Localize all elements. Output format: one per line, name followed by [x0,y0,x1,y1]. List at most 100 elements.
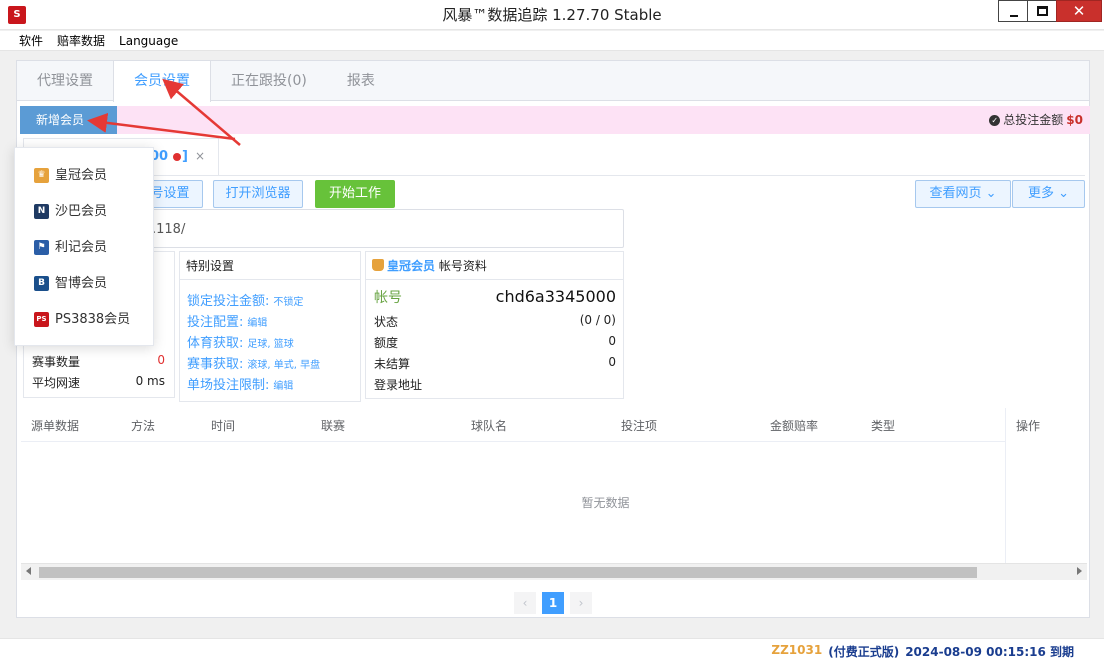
special-row-sub: 滚球, 单式, 早盘 [247,360,321,371]
add-member-label: 新增会员 [36,113,85,127]
scroll-right-icon[interactable] [1077,567,1082,575]
maximize-icon [1037,6,1048,16]
prev-page-button[interactable]: ‹ [514,592,536,614]
account-row-unsettled: 未结算 0 [374,355,616,372]
dropdown-item-crown[interactable]: ♛ 皇冠会员 [15,158,153,194]
menu-bar: 软件 赔率数据 Language [0,31,1104,51]
column-header-amount-odds: 金额赔率 [770,419,819,433]
horizontal-scrollbar[interactable] [21,563,1087,580]
special-row-sub: 编辑 [247,318,268,329]
page-1-button[interactable]: 1 [542,592,564,614]
special-row-sports[interactable]: 体育获取: 足球, 篮球 [187,332,294,351]
more-button[interactable]: 更多 ⌄ [1012,180,1085,208]
column-header-source: 源单数据 [31,419,80,433]
special-row-label: 赛事获取: [187,357,244,372]
tab-member-settings[interactable]: 会员设置 [113,61,211,102]
special-row-bet-config[interactable]: 投注配置: 编辑 [187,311,267,330]
special-row-events[interactable]: 赛事获取: 滚球, 单式, 早盘 [187,353,320,372]
total-bet-amount: ✓ 总投注金额 $0 [989,106,1083,134]
dropdown-item-label: 智博会员 [55,276,108,291]
minimize-icon [1010,15,1018,17]
column-header-type: 类型 [871,419,896,433]
column-header-team: 球队名 [471,419,508,433]
window-controls: ✕ [998,0,1102,24]
tab-reports[interactable]: 报表 [327,61,395,101]
table-header: 源单数据 方法 时间 联赛 球队名 投注项 金额赔率 类型 [21,408,1088,442]
crown-icon [372,259,384,271]
account-row-credit: 额度 0 [374,334,616,351]
column-header-method: 方法 [131,419,156,433]
minimize-button[interactable] [998,0,1028,22]
menu-odds-data[interactable]: 赔率数据 [57,32,105,49]
account-info-card: 皇冠会员 帐号资料 帐号 chd6a3345000 状态 (0 / 0) 额度 … [365,251,624,399]
special-settings-title: 特别设置 [180,252,360,280]
account-row-login-url: 登录地址 [374,376,616,393]
dropdown-item-label: 皇冠会员 [55,168,108,183]
menu-software[interactable]: 软件 [19,32,43,49]
dropdown-item-sbo[interactable]: ⚑ 利记会员 [15,230,153,266]
info-value: 0 [608,355,616,369]
main-panel: 代理设置 会员设置 正在跟投(0) 报表 新增会员 ⌄ ✓ 总投注金额 $0 0… [16,60,1090,618]
menu-language[interactable]: Language [119,34,178,48]
dropdown-item-zhibo[interactable]: B 智博会员 [15,266,153,302]
maximize-button[interactable] [1027,0,1057,22]
account-info-heading: 帐号资料 [438,259,487,273]
license-edition: (付费正式版) [828,645,900,659]
sbo-icon: ⚑ [34,240,49,255]
license-expiry: 2024-08-09 00:15:16 到期 [905,645,1074,659]
tab-following[interactable]: 正在跟投(0) [211,61,327,101]
operation-column: 操作 [1005,408,1088,563]
next-page-button[interactable]: › [570,592,592,614]
license-code: ZZ1031 [771,643,823,657]
account-tabs-divider [23,175,1085,176]
view-web-button[interactable]: 查看网页 ⌄ [915,180,1011,208]
dropdown-item-ps3838[interactable]: PS PS3838会员 [15,302,153,338]
saba-icon: N [34,204,49,219]
special-row-single-limit[interactable]: 单场投注限制: 编辑 [187,374,293,393]
stat-value: 0 ms [135,374,165,388]
status-dot-icon [173,153,181,161]
close-tab-icon[interactable]: × [195,149,205,163]
stat-label: 平均网速 [32,376,81,390]
info-value: (0 / 0) [579,313,616,327]
column-header-time: 时间 [211,419,236,433]
special-row-sub: 足球, 篮球 [247,339,294,350]
special-row-label: 锁定投注金额: [187,294,270,309]
special-row-label: 投注配置: [187,315,244,330]
scroll-left-icon[interactable] [26,567,31,575]
column-header-actions: 操作 [1016,419,1041,433]
dropdown-item-saba[interactable]: N 沙巴会员 [15,194,153,230]
scrollbar-thumb[interactable] [39,567,977,578]
info-value: 0 [608,334,616,348]
close-icon: ✕ [1072,2,1086,20]
tab-agent-settings[interactable]: 代理设置 [17,61,113,101]
stat-value: 0 [157,353,165,367]
column-header-bet-item: 投注项 [621,419,658,433]
account-info-title: 皇冠会员 帐号资料 [366,252,623,280]
special-row-label: 体育获取: [187,336,244,351]
login-url-text: .118/ [152,222,186,237]
license-info: ZZ1031 (付费正式版) 2024-08-09 00:15:16 到期 [771,643,1074,660]
check-circle-icon: ✓ [989,114,1001,126]
special-settings-card: 特别设置 锁定投注金额: 不锁定 投注配置: 编辑 体育获取: 足球, 篮球 赛事获取… [179,251,361,402]
ps3838-icon: PS [34,312,49,327]
add-member-button[interactable]: 新增会员 ⌄ [20,106,117,134]
dropdown-item-label: PS3838会员 [55,312,131,327]
account-tab-bracket: ] [182,149,188,164]
app-logo-icon: S [8,6,26,24]
window-title: 风暴™数据追踪 1.27.70 Stable [442,6,662,24]
open-browser-button[interactable]: 打开浏览器 [213,180,303,208]
close-button[interactable]: ✕ [1056,0,1102,22]
total-bet-label: 总投注金额 [1003,113,1064,127]
status-bar: ZZ1031 (付费正式版) 2024-08-09 00:15:16 到期 [0,638,1104,667]
info-label: 登录地址 [374,378,423,392]
chevron-down-icon: ⌄ [91,113,102,127]
special-row-sub: 编辑 [273,381,294,392]
info-label: 帐号 [374,290,402,306]
main-tabs: 代理设置 会员设置 正在跟投(0) 报表 [17,61,1089,102]
dropdown-item-label: 沙巴会员 [55,204,108,219]
info-label: 未结算 [374,357,411,371]
start-work-button[interactable]: 开始工作 [315,180,395,208]
notice-bar [20,106,1090,134]
special-row-lock-amount[interactable]: 锁定投注金额: 不锁定 [187,290,303,309]
